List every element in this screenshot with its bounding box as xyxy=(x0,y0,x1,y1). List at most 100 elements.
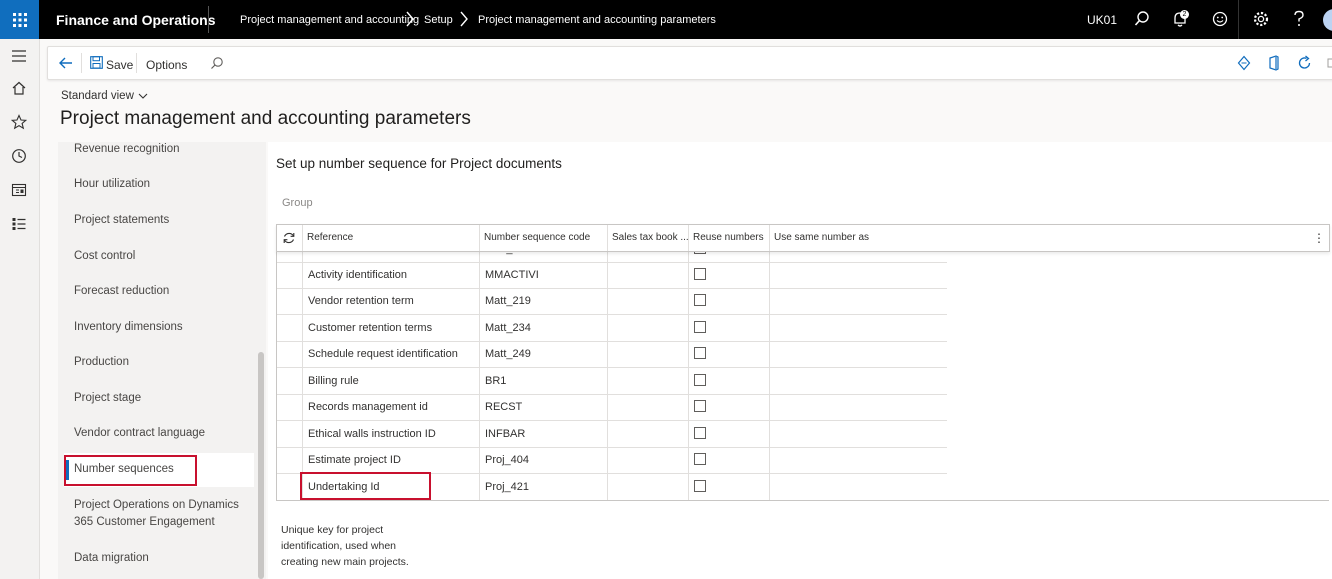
gear-icon[interactable] xyxy=(1252,10,1270,28)
number-sequence-code-cell[interactable]: Matt_234 xyxy=(479,315,607,341)
workspace-icon[interactable] xyxy=(11,182,27,198)
divider xyxy=(1238,0,1239,39)
section-nav-item[interactable]: Forecast reduction xyxy=(74,285,169,297)
number-sequence-code-cell[interactable]: Matt_249 xyxy=(479,341,607,367)
use-same-number-as-cell[interactable] xyxy=(769,394,947,420)
section-nav-item[interactable]: Cost control xyxy=(74,250,135,262)
save-button[interactable]: Save xyxy=(106,58,133,72)
number-sequence-code-cell[interactable]: RECST xyxy=(479,394,607,420)
section-nav-item[interactable]: Revenue recognition xyxy=(74,143,180,155)
column-header-number-sequence-code[interactable]: Number sequence code xyxy=(479,225,607,251)
use-same-number-as-cell[interactable] xyxy=(769,474,947,500)
section-nav-item[interactable]: Project Operations on Dynamics 365 Custo… xyxy=(74,497,246,531)
number-sequence-code-cell[interactable]: Proj_421 xyxy=(479,474,607,500)
reference-cell[interactable]: Ethical walls instruction ID xyxy=(302,421,480,447)
sales-tax-book-cell[interactable] xyxy=(607,394,688,420)
home-icon[interactable] xyxy=(11,80,27,96)
reuse-numbers-checkbox[interactable] xyxy=(694,294,706,306)
section-nav-item[interactable]: Project statements xyxy=(74,214,169,226)
use-same-number-as-cell[interactable] xyxy=(769,288,947,314)
table-row[interactable]: Ethical walls instruction ID INFBAR xyxy=(277,421,947,448)
search-icon[interactable] xyxy=(1134,10,1150,28)
section-nav-item[interactable]: Vendor contract language xyxy=(74,427,205,439)
use-same-number-as-cell[interactable] xyxy=(769,262,947,288)
table-row[interactable]: Vendor retention term Matt_219 xyxy=(277,288,947,315)
sales-tax-book-cell[interactable] xyxy=(607,421,688,447)
number-sequence-code-cell[interactable]: Proj_404 xyxy=(479,447,607,473)
refresh-icon[interactable] xyxy=(1297,55,1312,71)
reuse-numbers-checkbox[interactable] xyxy=(694,321,706,333)
table-row[interactable]: Billing rule BR1 xyxy=(277,368,947,395)
use-same-number-as-cell[interactable] xyxy=(769,421,947,447)
avatar[interactable] xyxy=(1323,9,1332,31)
more-options-icon[interactable]: ⋮ xyxy=(1313,231,1325,245)
reference-cell[interactable]: Billing rule xyxy=(302,368,480,394)
column-header-sales-tax-book[interactable]: Sales tax book ... xyxy=(607,225,688,251)
page-title: Project management and accounting parame… xyxy=(60,108,471,129)
column-header-use-same-number-as[interactable]: Use same number as xyxy=(769,225,1069,251)
clock-icon[interactable] xyxy=(11,148,27,164)
smiley-icon[interactable] xyxy=(1211,10,1229,28)
table-row[interactable]: Customer retention terms Matt_234 xyxy=(277,315,947,342)
breadcrumb-setup[interactable]: Setup xyxy=(424,14,453,26)
app-name[interactable]: Finance and Operations xyxy=(56,12,215,28)
sales-tax-book-cell[interactable] xyxy=(607,474,688,500)
reuse-numbers-cell xyxy=(688,341,769,367)
section-nav-item[interactable]: Inventory dimensions xyxy=(74,321,183,333)
sales-tax-book-cell[interactable] xyxy=(607,288,688,314)
breadcrumb-page[interactable]: Project management and accounting parame… xyxy=(478,14,716,26)
refresh-icon[interactable] xyxy=(282,231,296,245)
number-sequence-code-cell[interactable]: INFBAR xyxy=(479,421,607,447)
hamburger-menu-icon[interactable] xyxy=(11,50,27,62)
table-row[interactable]: Estimate project ID Proj_404 xyxy=(277,447,947,474)
reuse-numbers-checkbox[interactable] xyxy=(694,480,706,492)
sales-tax-book-cell[interactable] xyxy=(607,368,688,394)
use-same-number-as-cell[interactable] xyxy=(769,447,947,473)
section-nav-item[interactable]: Project stage xyxy=(74,392,141,404)
office-icon[interactable] xyxy=(1267,55,1281,71)
reference-cell[interactable]: Schedule request identification xyxy=(302,341,480,367)
reuse-numbers-checkbox[interactable] xyxy=(694,268,706,280)
table-row[interactable]: Activity identification MMACTIVI xyxy=(277,262,947,289)
section-nav-item[interactable]: Hour utilization xyxy=(74,178,150,190)
company-picker[interactable]: UK01 xyxy=(1087,13,1117,27)
reference-cell[interactable]: Records management id xyxy=(302,394,480,420)
use-same-number-as-cell[interactable] xyxy=(769,341,947,367)
help-icon[interactable] xyxy=(1292,10,1306,28)
column-header-reference[interactable]: Reference xyxy=(302,225,480,251)
table-row[interactable]: Records management id RECST xyxy=(277,394,947,421)
sales-tax-book-cell[interactable] xyxy=(607,447,688,473)
back-arrow-icon[interactable] xyxy=(58,55,74,71)
section-nav-item[interactable]: Data migration xyxy=(74,552,149,564)
app-launcher-button[interactable] xyxy=(0,0,39,39)
popout-icon[interactable] xyxy=(1327,55,1332,71)
scrollbar[interactable] xyxy=(258,352,264,579)
number-sequence-code-cell[interactable]: Matt_219 xyxy=(479,288,607,314)
use-same-number-as-cell[interactable] xyxy=(769,368,947,394)
number-sequence-code-cell[interactable]: BR1 xyxy=(479,368,607,394)
use-same-number-as-cell[interactable] xyxy=(769,315,947,341)
reference-cell[interactable]: Customer retention terms xyxy=(302,315,480,341)
reuse-numbers-checkbox[interactable] xyxy=(694,453,706,465)
search-icon[interactable] xyxy=(210,56,224,70)
options-tab[interactable]: Options xyxy=(146,58,187,72)
section-nav-item[interactable]: Production xyxy=(74,356,129,368)
reference-cell[interactable]: Activity identification xyxy=(302,262,480,288)
diamond-icon[interactable] xyxy=(1237,55,1251,71)
sales-tax-book-cell[interactable] xyxy=(607,262,688,288)
star-icon[interactable] xyxy=(11,114,27,130)
reference-cell[interactable]: Estimate project ID xyxy=(302,447,480,473)
reuse-numbers-checkbox[interactable] xyxy=(694,347,706,359)
view-selector[interactable]: Standard view xyxy=(61,90,148,102)
number-sequence-code-cell[interactable]: MMACTIVI xyxy=(479,262,607,288)
table-row[interactable]: Schedule request identification Matt_249 xyxy=(277,341,947,368)
sales-tax-book-cell[interactable] xyxy=(607,315,688,341)
column-header-reuse-numbers[interactable]: Reuse numbers xyxy=(688,225,769,251)
reference-cell[interactable]: Vendor retention term xyxy=(302,288,480,314)
breadcrumb-module[interactable]: Project management and accounting xyxy=(240,14,419,26)
sales-tax-book-cell[interactable] xyxy=(607,341,688,367)
reuse-numbers-checkbox[interactable] xyxy=(694,400,706,412)
modules-list-icon[interactable] xyxy=(11,216,27,232)
reuse-numbers-checkbox[interactable] xyxy=(694,427,706,439)
reuse-numbers-checkbox[interactable] xyxy=(694,374,706,386)
